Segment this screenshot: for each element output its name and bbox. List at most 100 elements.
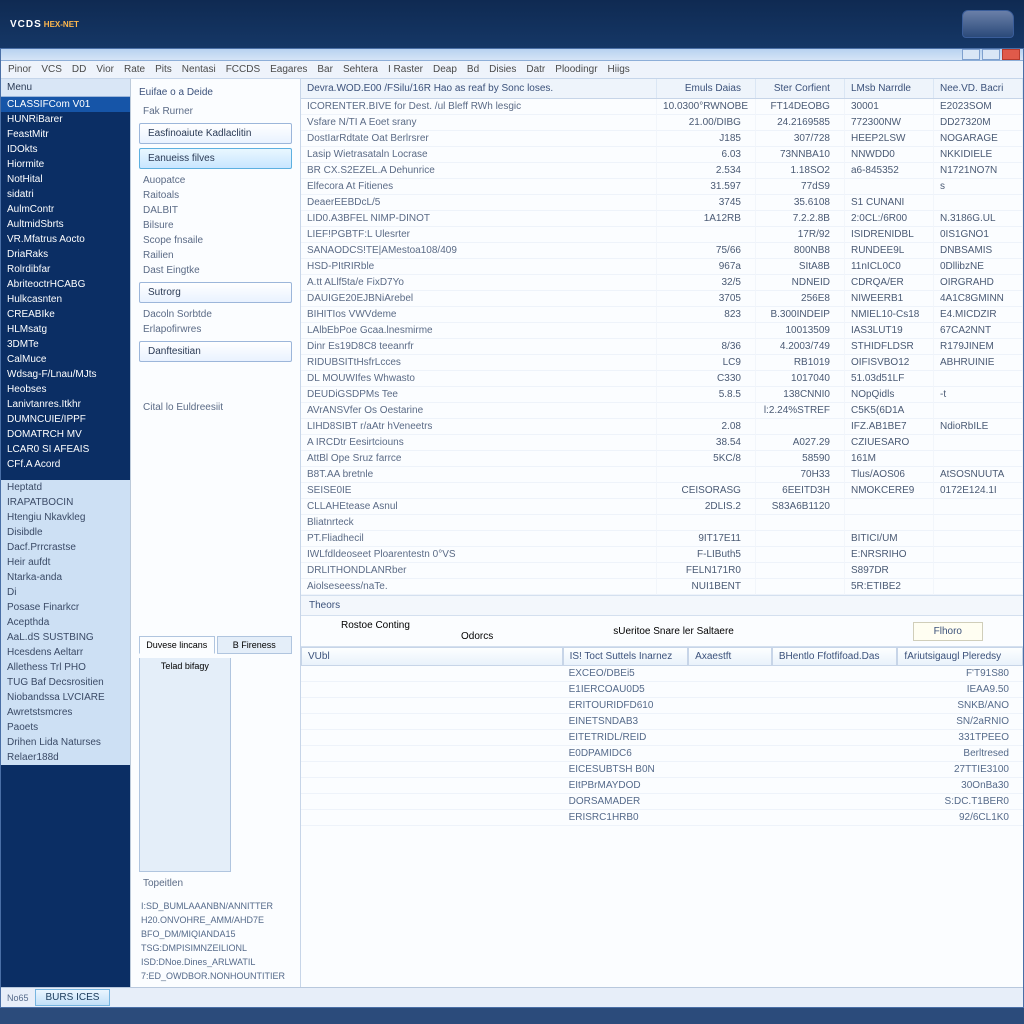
table-row[interactable]: RIDUBSITtHsfrLccesLC9RB1019OIFISVBO12ABH… [301, 355, 1023, 371]
leftnav-item[interactable]: Paoets [1, 720, 130, 735]
menu-item[interactable]: Hiigs [605, 62, 633, 77]
table-row[interactable]: Vsfare N/TI A Eoet srany21.00/DIBG24.216… [301, 115, 1023, 131]
leftnav-item[interactable]: NotHital [1, 172, 130, 187]
table-row[interactable]: PT.Fliadhecil9IT17E11BITICI/UM [301, 531, 1023, 547]
mid-btn-4[interactable]: Danftesitian [139, 341, 292, 362]
table-row[interactable]: BIHITIos VWVdeme823B.300INDEIPNMIEL10-Cs… [301, 307, 1023, 323]
mid-tab-1[interactable]: B Fireness [217, 636, 293, 654]
leftnav-item[interactable]: Allethess Trl PHO [1, 660, 130, 675]
menu-item[interactable]: Pits [152, 62, 175, 77]
table-row[interactable]: E0DPAMIDC6Berltresed [301, 746, 1023, 762]
table-row[interactable]: EXCEO/DBEi5F'T91S80 [301, 666, 1023, 682]
leftnav-item[interactable]: Hulkcasnten [1, 292, 130, 307]
mid-item[interactable]: Railien [139, 248, 292, 263]
table-row[interactable]: B8T.AA bretnle70H33Tlus/AOS06AtSOSNUUTA [301, 467, 1023, 483]
mid-btn-1[interactable]: Easfinoaiute Kadlaclitin [139, 123, 292, 144]
tab-b[interactable]: sUeritoe Snare ler Saltaere [613, 626, 734, 637]
table-row[interactable]: A.tt ALlf5ta/e FixD7Yo32/5NDNEIDCDRQA/ER… [301, 275, 1023, 291]
leftnav-item[interactable]: AbriteoctrHCABG [1, 277, 130, 292]
table-row[interactable]: DORSAMADERS:DC.T1BER0 [301, 794, 1023, 810]
leftnav-item[interactable]: HUNRiBarer [1, 112, 130, 127]
table-row[interactable]: DAUIGE20EJBNiArebel3705256E8NIWEERB14A1C… [301, 291, 1023, 307]
btm-col-3[interactable]: BHentlo Ffotfifoad.Das [772, 647, 898, 666]
menu-item[interactable]: Ploodingr [552, 62, 600, 77]
leftnav-item[interactable]: CalMuce [1, 352, 130, 367]
col-1[interactable]: Emuls Daias [657, 79, 756, 98]
table-row[interactable]: CLLAHEtease Asnul2DLIS.2S83A6B1120 [301, 499, 1023, 515]
table-row[interactable]: DRLITHONDLANRberFELN171R0S897DR [301, 563, 1023, 579]
table-row[interactable]: ICORENTER.BIVE for Dest. /ul Bleff RWh l… [301, 99, 1023, 115]
col-2[interactable]: Ster Corfient [756, 79, 845, 98]
menu-item[interactable]: Eagares [267, 62, 310, 77]
mid-item[interactable]: Auopatce [139, 173, 292, 188]
leftnav-item[interactable]: DOMATRCH MV [1, 427, 130, 442]
mid-item[interactable]: Erlapofirwres [139, 322, 292, 337]
table-row[interactable]: Elfecora At Fitienes31.59777dS9s [301, 179, 1023, 195]
mid-item[interactable]: Dacoln Sorbtde [139, 307, 292, 322]
leftnav-item[interactable]: AaL.dS SUSTBING [1, 630, 130, 645]
table-row[interactable]: LAlbEbPoe Gcaa.lnesmirme10013509IAS3LUT1… [301, 323, 1023, 339]
menu-item[interactable]: Deap [430, 62, 460, 77]
table-row[interactable]: BR CX.S2EZEL.A Dehunrice2.5341.18SO2a6-8… [301, 163, 1023, 179]
tab-a[interactable]: Rostoe Conting Odorcs [341, 620, 493, 642]
mid-item[interactable]: Bilsure [139, 218, 292, 233]
table-row[interactable]: Dinr Es19D8C8 teeanrfr8/364.2003/749STHI… [301, 339, 1023, 355]
leftnav-item[interactable]: CREABIke [1, 307, 130, 322]
leftnav-item[interactable]: Ntarka-anda [1, 570, 130, 585]
btm-col-0[interactable]: VUbl [301, 647, 563, 666]
col-3[interactable]: LMsb Narrdle [845, 79, 934, 98]
menu-item[interactable]: Rate [121, 62, 148, 77]
mid-btn-2[interactable]: Eanueiss filves [139, 148, 292, 169]
leftnav-item[interactable]: VR.Mfatrus Aocto [1, 232, 130, 247]
mid-tab-0[interactable]: Duvese lincans [139, 636, 215, 654]
btm-col-4[interactable]: fAriutsigaugl Pleredsy [897, 647, 1023, 666]
minimize-button[interactable] [962, 49, 980, 60]
table-row[interactable]: AttBl Ope Sruz farrce5KC/858590161M [301, 451, 1023, 467]
btm-col-2[interactable]: Axaestft [688, 647, 772, 666]
table-row[interactable]: EICESUBTSH B0N27TTIE3100 [301, 762, 1023, 778]
leftnav-item[interactable]: HLMsatg [1, 322, 130, 337]
leftnav-item[interactable]: Acepthda [1, 615, 130, 630]
leftnav-item[interactable]: Rolrdibfar [1, 262, 130, 277]
status-button[interactable]: BURS ICES [35, 989, 111, 1006]
leftnav-item[interactable]: Awretstsmcres [1, 705, 130, 720]
mid-item[interactable]: Scope fnsaile [139, 233, 292, 248]
leftnav-item[interactable]: Dacf.Prrcrastse [1, 540, 130, 555]
leftnav-item[interactable]: Wdsag-F/Lnau/MJts [1, 367, 130, 382]
menu-item[interactable]: Bar [314, 62, 336, 77]
menu-item[interactable]: Sehtera [340, 62, 381, 77]
maximize-button[interactable] [982, 49, 1000, 60]
leftnav-item[interactable]: DriaRaks [1, 247, 130, 262]
menu-item[interactable]: Datr [523, 62, 548, 77]
leftnav-item[interactable]: IDOkts [1, 142, 130, 157]
col-4[interactable]: Nee.VD. Bacri [934, 79, 1023, 98]
leftnav-item[interactable]: Htengiu Nkavkleg [1, 510, 130, 525]
leftnav-item[interactable]: Hiormite [1, 157, 130, 172]
leftnav-item[interactable]: Relaer188d [1, 750, 130, 765]
table-row[interactable]: Bliatnrteck [301, 515, 1023, 531]
leftnav-item[interactable]: Posase Finarkcr [1, 600, 130, 615]
leftnav-item[interactable]: Heir aufdt [1, 555, 130, 570]
table-row[interactable]: SANAODCS!TE|AMestoa108/40975/66800NB8RUN… [301, 243, 1023, 259]
table-row[interactable]: EITETRIDL/REID331TPEEO [301, 730, 1023, 746]
leftnav-item[interactable]: LCAR0 SI AFEAIS [1, 442, 130, 457]
leftnav-item[interactable]: Di [1, 585, 130, 600]
mid-item[interactable]: DALBIT [139, 203, 292, 218]
menu-item[interactable]: Vior [93, 62, 117, 77]
mid-item[interactable]: Dast Eingtke [139, 263, 292, 278]
table-row[interactable]: DeaerEEBDcL/5374535.6108S1 CUNANI [301, 195, 1023, 211]
menu-item[interactable]: VCS [38, 62, 65, 77]
table-row[interactable]: EItPBrMAYDOD30OnBa30 [301, 778, 1023, 794]
table-row[interactable]: DL MOUWIfes WhwastoC330101704051.03d51LF [301, 371, 1023, 387]
leftnav-item[interactable]: DUMNCUIE/IPPF [1, 412, 130, 427]
leftnav-item[interactable]: CFf.A Acord [1, 457, 130, 472]
table-row[interactable]: DostIarRdtate Oat BerlrsrerJ185307/728HE… [301, 131, 1023, 147]
leftnav-item[interactable]: AultmidSbrts [1, 217, 130, 232]
leftnav-item[interactable]: IRAPATBOCIN [1, 495, 130, 510]
table-row[interactable]: AVrANSVfer Os Oestarinel:2.24%STREFC5K5(… [301, 403, 1023, 419]
table-row[interactable]: Aiolseseess/naTe.NUI1BENT5R:ETIBE2 [301, 579, 1023, 595]
leftnav-item[interactable]: AulmContr [1, 202, 130, 217]
btm-col-1[interactable]: IS! Toct Suttels Inarnez [563, 647, 689, 666]
mid-tab-2[interactable]: Telad bifagy [139, 658, 231, 872]
close-button[interactable] [1002, 49, 1020, 60]
